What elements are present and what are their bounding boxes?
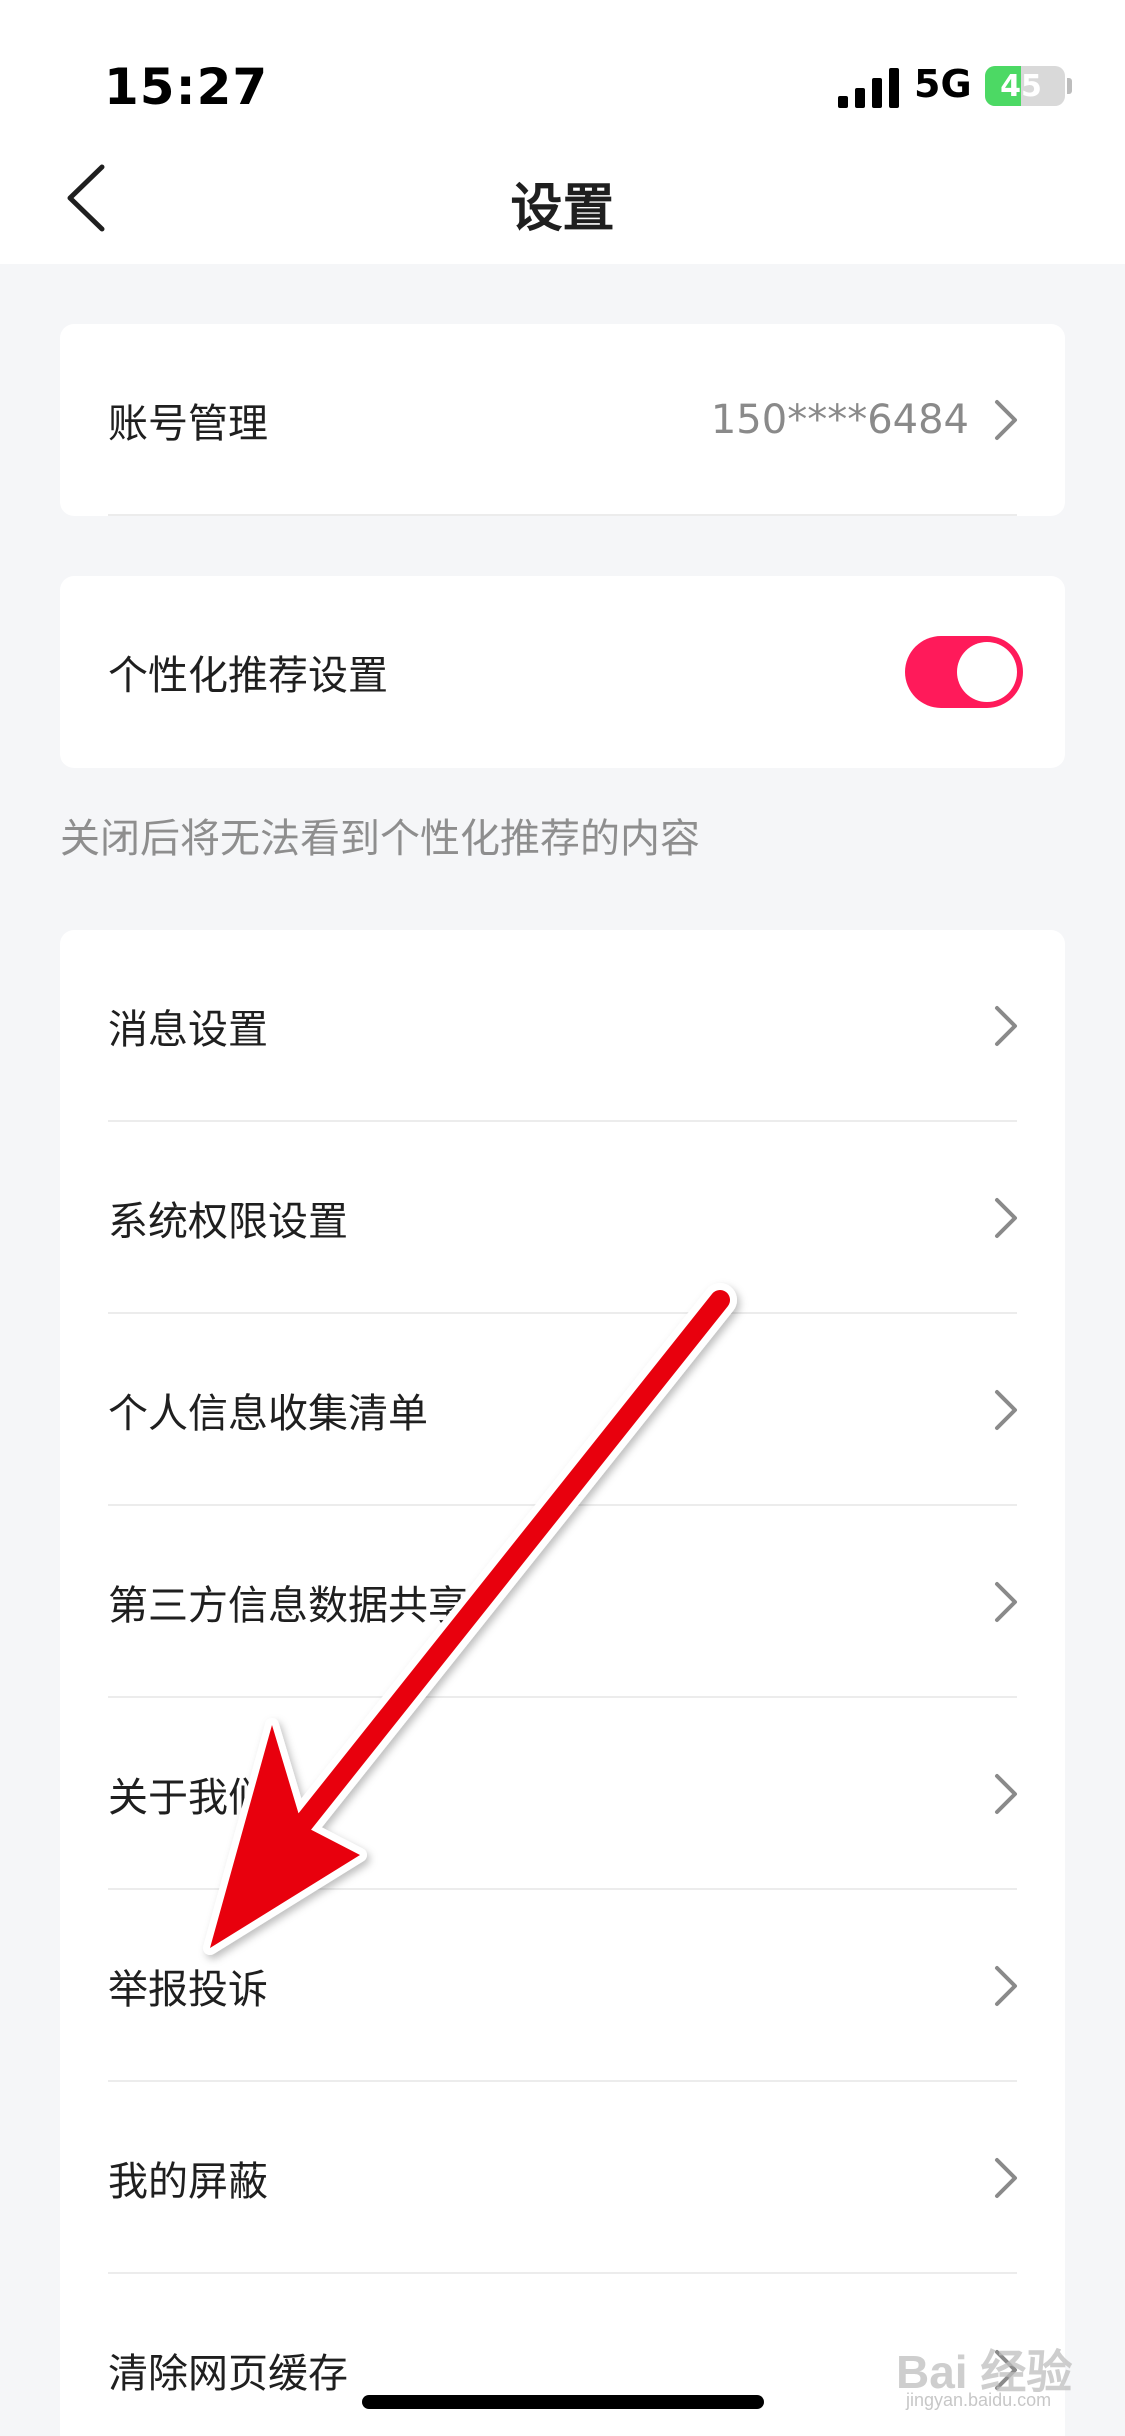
top-bar: 15:27 5G 45 设置 [0, 0, 1125, 264]
menu-item-personal-info-list[interactable]: 个人信息收集清单 [60, 1314, 1065, 1506]
menu-item-about-us[interactable]: 关于我们 [60, 1698, 1065, 1890]
account-management-row[interactable]: 账号管理 150****6484 [60, 324, 1065, 516]
page-title: 设置 [510, 179, 615, 239]
toggle-knob [957, 642, 1017, 702]
personalization-label: 个性化推荐设置 [108, 653, 388, 699]
menu-item-my-blocked[interactable]: 我的屏蔽 [60, 2082, 1065, 2274]
chevron-right-icon [995, 2158, 1017, 2198]
menu-item-third-party-sharing[interactable]: 第三方信息数据共享 [60, 1506, 1065, 1698]
menu-item-report-complaint[interactable]: 举报投诉 [60, 1890, 1065, 2082]
chevron-right-icon [995, 1006, 1017, 1046]
personalization-row: 个性化推荐设置 [60, 576, 1065, 768]
chevron-right-icon [995, 1966, 1017, 2006]
menu-item-system-permissions[interactable]: 系统权限设置 [60, 1122, 1065, 1314]
menu-item-label: 系统权限设置 [108, 1199, 348, 1245]
account-phone-value: 150****6484 [710, 397, 969, 443]
battery-level-text: 45 [1000, 68, 1042, 104]
personalization-card: 个性化推荐设置 [60, 576, 1065, 768]
menu-item-label: 个人信息收集清单 [108, 1391, 428, 1437]
menu-item-label: 举报投诉 [108, 1967, 268, 2013]
chevron-right-icon [995, 400, 1017, 440]
chevron-right-icon [995, 1390, 1017, 1430]
menu-item-label: 清除网页缓存 [108, 2351, 348, 2397]
chevron-right-icon [995, 1198, 1017, 1238]
cellular-signal-icon [838, 68, 899, 108]
menu-item-label: 我的屏蔽 [108, 2159, 268, 2205]
network-type: 5G [914, 62, 972, 106]
battery-cap [1067, 78, 1072, 94]
divider [108, 514, 1017, 516]
chevron-right-icon [995, 1582, 1017, 1622]
home-indicator [362, 2395, 764, 2409]
watermark-subtext: jingyan.baidu.com [906, 2390, 1052, 2410]
baidu-watermark: Bai 经验 jingyan.baidu.com [866, 2336, 1096, 2410]
menu-item-message-settings[interactable]: 消息设置 [60, 930, 1065, 1122]
personalization-toggle[interactable] [905, 636, 1023, 708]
chevron-right-icon [995, 1774, 1017, 1814]
menu-item-label: 第三方信息数据共享 [108, 1583, 468, 1629]
status-time: 15:27 [104, 58, 269, 116]
menu-item-label: 消息设置 [108, 1007, 268, 1053]
account-management-label: 账号管理 [108, 401, 268, 447]
menu-item-label: 关于我们 [108, 1775, 268, 1821]
personalization-hint: 关闭后将无法看到个性化推荐的内容 [60, 816, 700, 862]
settings-menu-card: 消息设置 系统权限设置 个人信息收集清单 第三方信息数据共享 关于我们 举报投诉… [60, 930, 1065, 2436]
account-card: 账号管理 150****6484 [60, 324, 1065, 516]
battery-icon: 45 [985, 66, 1065, 106]
